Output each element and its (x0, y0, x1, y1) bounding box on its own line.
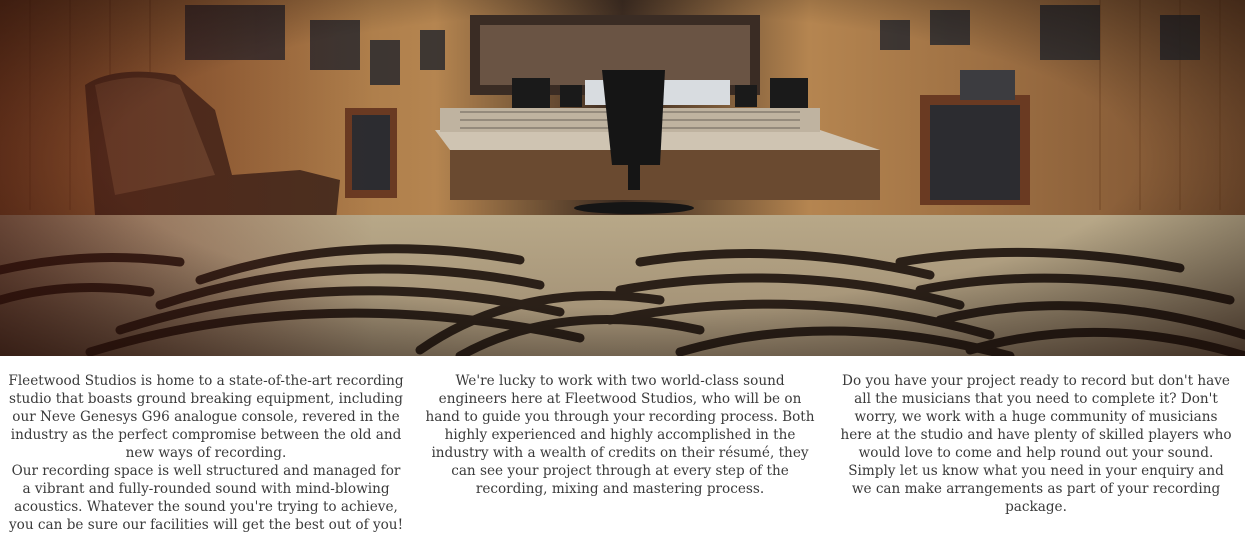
studio-photo-illustration (0, 0, 1245, 356)
studio-hero-image (0, 0, 1245, 356)
session-musicians-column: Do you have your project ready to record… (838, 372, 1234, 516)
facilities-paragraph: Fleetwood Studios is home to a state-of-… (8, 373, 404, 461)
recording-space-paragraph: Our recording space is well structured a… (8, 463, 404, 533)
sound-engineers-column: We're lucky to work with two world-class… (422, 372, 818, 498)
musicians-paragraph: Do you have your project ready to record… (840, 373, 1232, 515)
studio-facilities-column: Fleetwood Studios is home to a state-of-… (8, 372, 404, 534)
intro-columns: Fleetwood Studios is home to a state-of-… (0, 372, 1245, 548)
engineers-paragraph: We're lucky to work with two world-class… (425, 373, 815, 497)
